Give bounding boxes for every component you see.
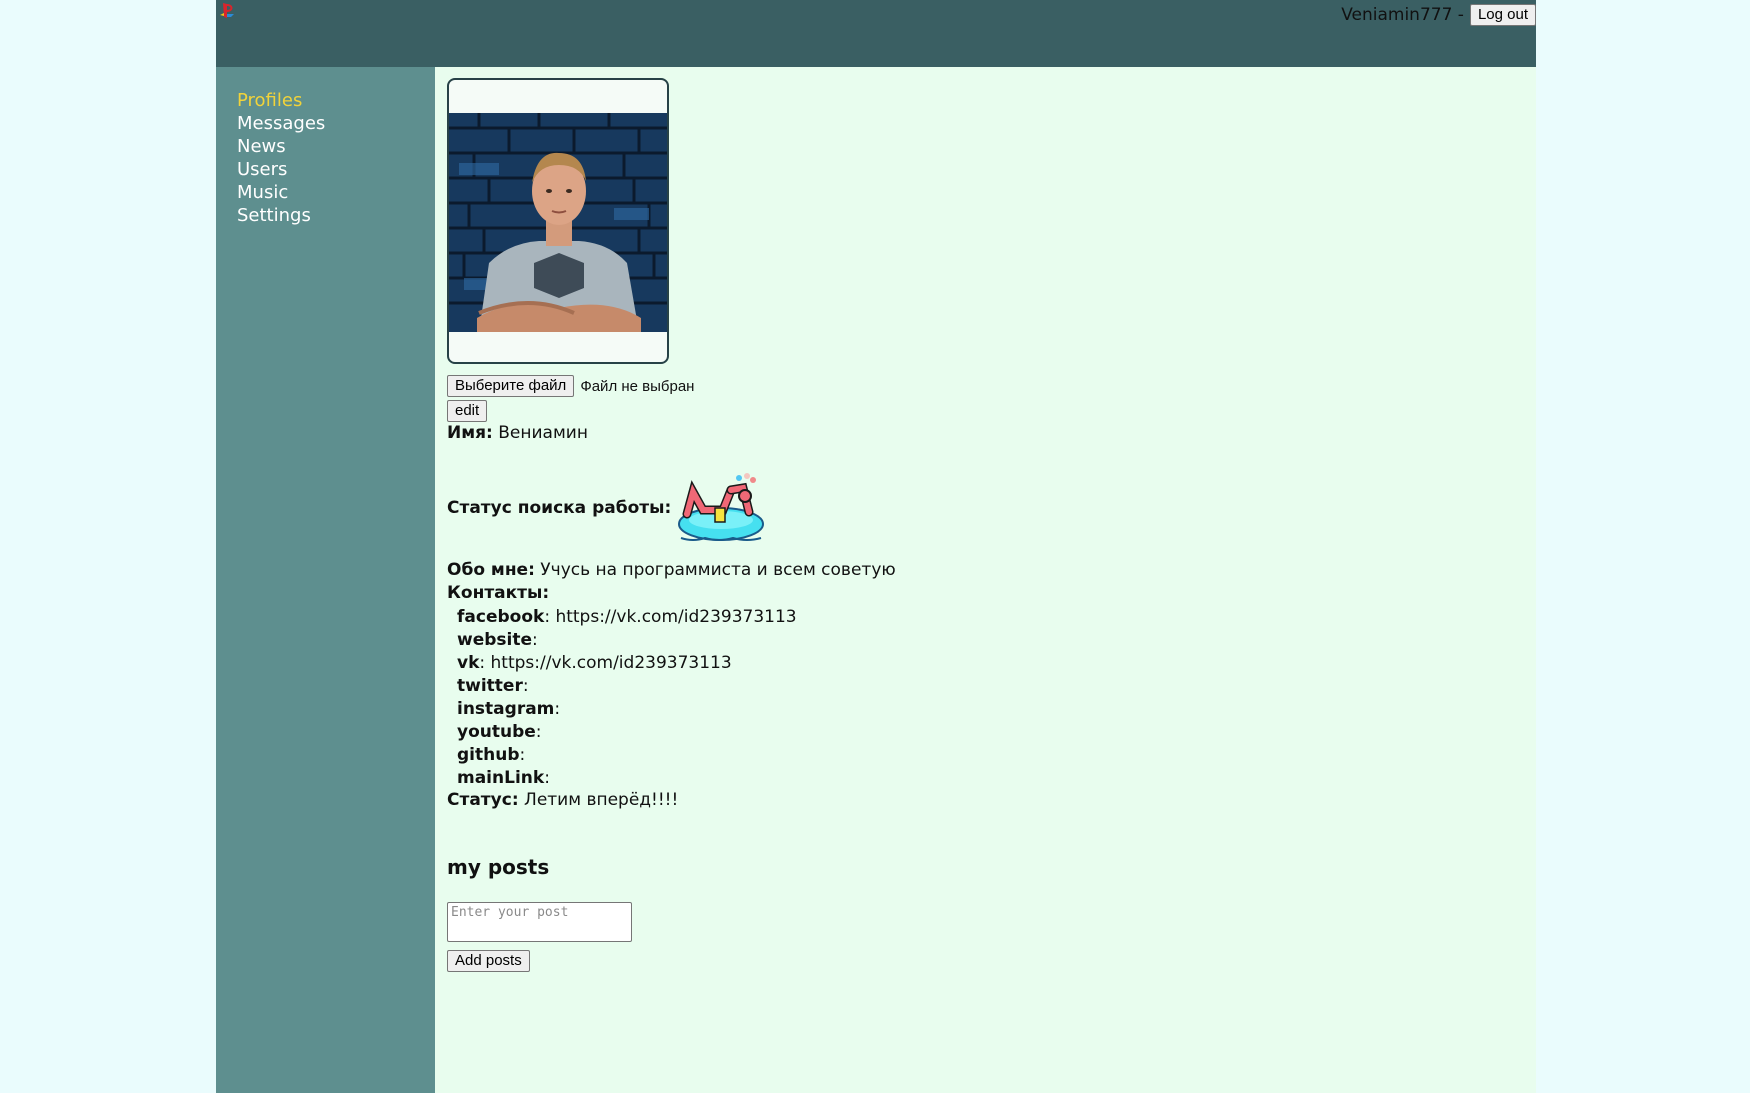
about-me: Обо мне: Учусь на программиста и всем со… (447, 560, 896, 580)
contact-name: instagram (457, 699, 555, 719)
header: Veniamin777 - Log out (216, 0, 1536, 67)
contact-name: twitter (457, 676, 523, 696)
sidebar-item-news[interactable]: News (237, 135, 325, 158)
avatar-frame (447, 78, 669, 364)
contact-mainlink: mainLink: (457, 768, 550, 788)
contact-instagram: instagram: (457, 699, 561, 719)
about-label: Обо мне: (447, 560, 535, 580)
contact-name: facebook (457, 607, 545, 627)
profile-content: Выберите файл Файл не выбран edit Имя: В… (435, 67, 1536, 1093)
job-status-image (678, 473, 765, 541)
user-login: Veniamin777 - (1341, 5, 1464, 25)
sidebar-item-settings[interactable]: Settings (237, 204, 325, 227)
sidebar-item-messages[interactable]: Messages (237, 112, 325, 135)
posts-title: my posts (447, 855, 550, 879)
choose-file-button[interactable]: Выберите файл (447, 375, 575, 397)
contacts-title: Контакты: (447, 583, 549, 603)
file-upload: Выберите файл Файл не выбран (447, 375, 694, 397)
logo-icon (220, 3, 234, 18)
contact-website: website: (457, 630, 538, 650)
contact-twitter: twitter: (457, 676, 529, 696)
sidebar: Profiles Messages News Users Music Setti… (216, 67, 435, 1093)
contact-name: mainLink (457, 768, 545, 788)
profile-name: Имя: Вениамин (447, 423, 588, 443)
contact-github: github: (457, 745, 526, 765)
contact-value: https://vk.com/id239373113 (490, 653, 732, 673)
contact-name: github (457, 745, 520, 765)
contacts-label: Контакты: (447, 583, 550, 603)
post-input[interactable] (447, 902, 632, 942)
login-area: Veniamin777 - Log out (1341, 4, 1536, 26)
about-value: Учусь на программиста и всем советую (540, 560, 896, 580)
sidebar-nav: Profiles Messages News Users Music Setti… (237, 89, 325, 227)
status-label: Статус: (447, 790, 519, 810)
status-value[interactable]: Летим вперёд!!!! (524, 790, 678, 810)
job-status: Статус поиска работы: (447, 470, 765, 546)
name-value: Вениамин (498, 423, 588, 443)
avatar (449, 113, 667, 332)
edit-button[interactable]: edit (447, 400, 488, 422)
contacts-list: facebook: https://vk.com/id239373113 web… (457, 606, 797, 790)
contact-value: https://vk.com/id239373113 (555, 607, 797, 627)
contact-name: vk (457, 653, 480, 673)
profile-status: Статус: Летим вперёд!!!! (447, 790, 678, 810)
sidebar-item-profiles[interactable]: Profiles (237, 89, 325, 112)
app: Veniamin777 - Log out Profiles Messages … (216, 0, 1536, 1093)
logout-button[interactable]: Log out (1469, 4, 1536, 26)
contact-facebook: facebook: https://vk.com/id239373113 (457, 607, 797, 627)
file-status: Файл не выбран (580, 377, 695, 395)
name-label: Имя: (447, 423, 493, 443)
add-post-row: Add posts (447, 950, 530, 972)
sidebar-item-music[interactable]: Music (237, 181, 325, 204)
contact-name: website (457, 630, 533, 650)
contact-name: youtube (457, 722, 536, 742)
contact-vk: vk: https://vk.com/id239373113 (457, 653, 732, 673)
edit-row: edit (447, 400, 488, 422)
job-status-label: Статус поиска работы: (447, 498, 672, 518)
add-post-button[interactable]: Add posts (447, 950, 530, 972)
contact-youtube: youtube: (457, 722, 542, 742)
sidebar-item-users[interactable]: Users (237, 158, 325, 181)
